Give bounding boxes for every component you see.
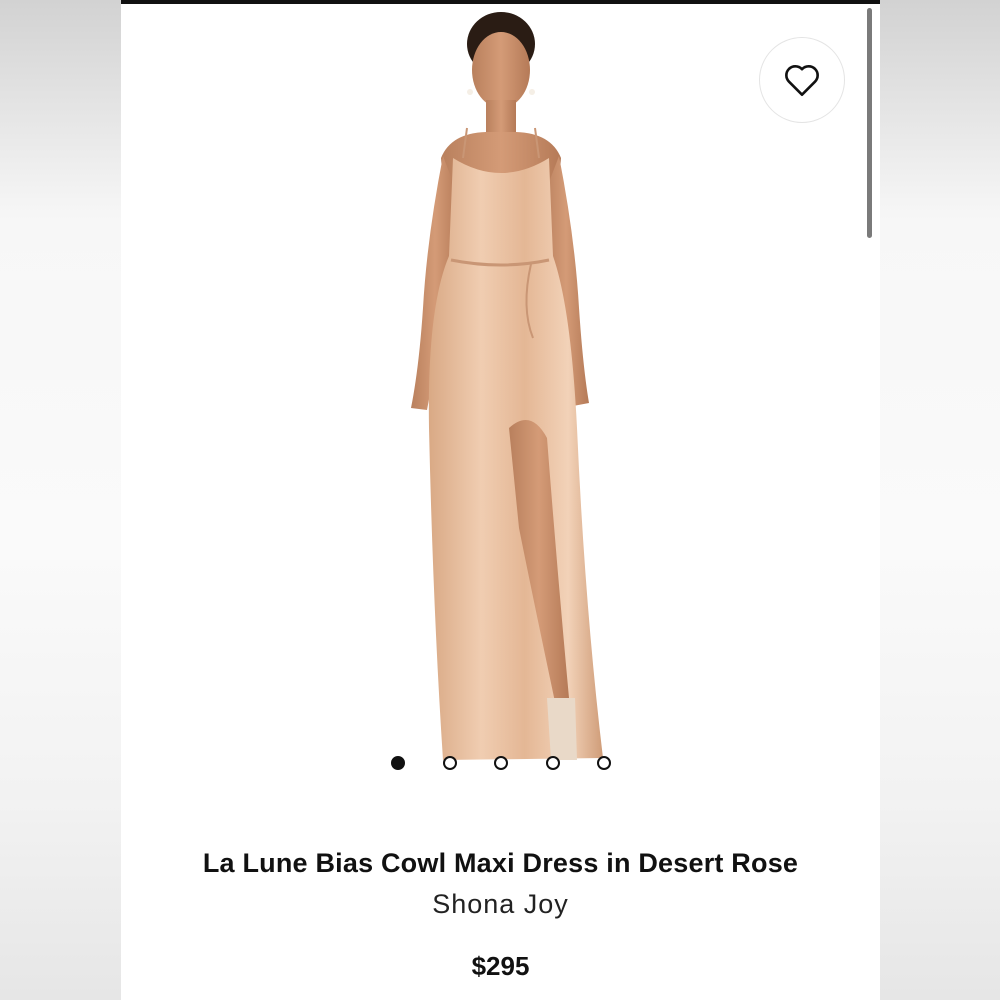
gallery-dot-4[interactable]: [545, 756, 560, 770]
heart-outline-icon: [785, 65, 819, 96]
product-image[interactable]: [371, 8, 621, 788]
gallery-pagination: [391, 754, 611, 772]
gallery-dot-3[interactable]: [494, 756, 508, 770]
product-price: $295: [471, 951, 530, 981]
right-background: [880, 0, 1000, 1000]
brand-name[interactable]: Shona Joy: [121, 889, 880, 920]
gallery-dot-5[interactable]: [597, 756, 611, 770]
product-title: La Lune Bias Cowl Maxi Dress in Desert R…: [202, 848, 799, 878]
left-background: [0, 0, 121, 1000]
scrollbar[interactable]: [867, 8, 872, 238]
top-divider: [121, 0, 880, 4]
favorite-button[interactable]: [759, 37, 845, 123]
gallery-dot-2[interactable]: [442, 756, 457, 770]
gallery-dot-1[interactable]: [391, 756, 405, 770]
product-screen: La Lune Bias Cowl Maxi Dress in Desert R…: [121, 0, 880, 1000]
